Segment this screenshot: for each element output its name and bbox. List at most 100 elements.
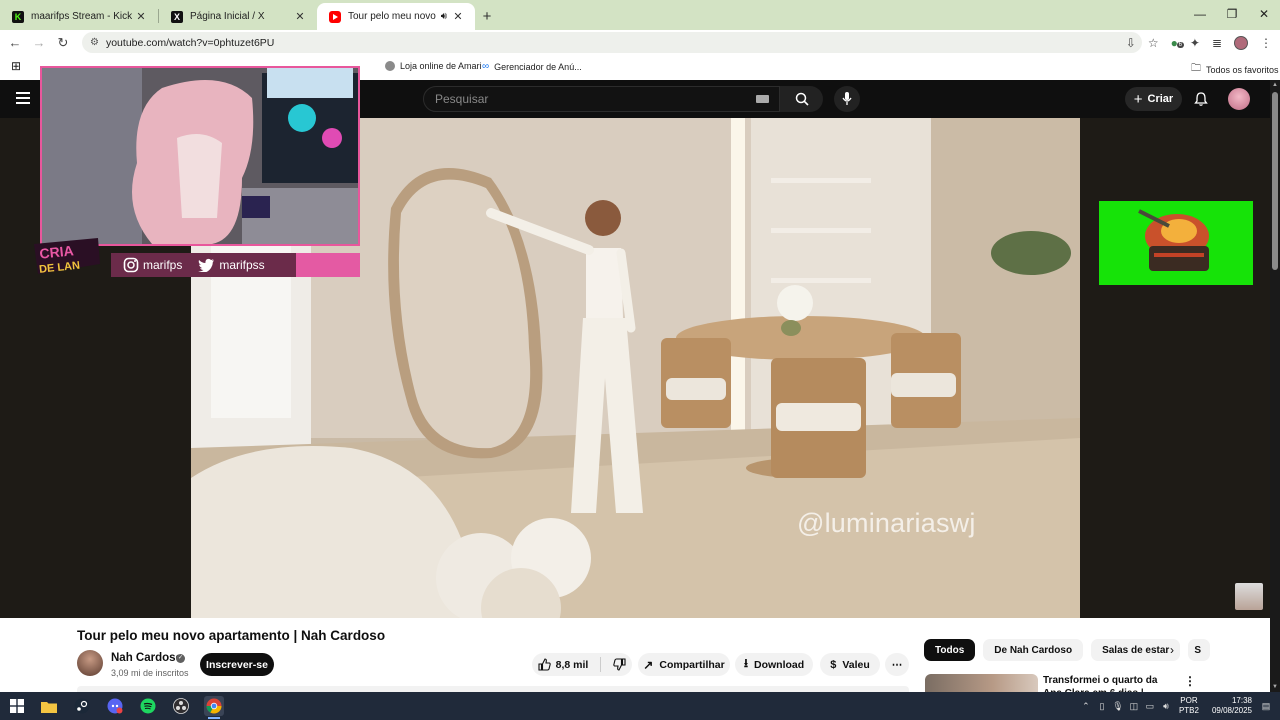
chroma-key-alert-box — [1099, 201, 1253, 285]
scroll-up-arrow-icon[interactable]: ▲ — [1270, 82, 1280, 88]
url-text: youtube.com/watch?v=0phtuzet6PU — [105, 36, 275, 49]
chip-de-nah-cardoso[interactable]: De Nah Cardoso — [983, 639, 1084, 661]
display-icon[interactable]: ▭ — [1142, 701, 1158, 712]
instagram-icon — [123, 257, 139, 273]
window-controls: — ❐ ✕ — [1184, 0, 1280, 28]
close-tab-icon[interactable]: ✕ — [293, 10, 307, 23]
chevron-right-icon[interactable]: › — [1170, 643, 1174, 657]
share-label: Compartilhar — [659, 658, 725, 671]
media-control-icon[interactable]: ≣ — [1212, 36, 1222, 50]
install-app-icon[interactable]: ⇩ — [1126, 36, 1136, 50]
apps-grid-icon[interactable]: ⊞ — [11, 59, 21, 73]
back-button[interactable]: ← — [3, 35, 27, 50]
thumbs-down-icon[interactable] — [613, 658, 626, 671]
download-button[interactable]: ⭳ Download — [735, 653, 813, 676]
like-divider — [600, 657, 602, 672]
chevron-up-icon[interactable]: ⌃ — [1078, 701, 1094, 712]
page-scrollbar[interactable]: ▲ ▼ — [1270, 80, 1280, 692]
share-button[interactable]: ↗ Compartilhar — [638, 653, 730, 676]
input-language[interactable]: POR PTB2 — [1179, 696, 1199, 716]
like-button[interactable]: 8,8 mil — [538, 658, 588, 671]
bookmark-label: Loja online de Amari — [400, 61, 482, 71]
twitter-bird-icon — [198, 258, 215, 272]
bookmark-star-icon[interactable]: ☆ — [1148, 36, 1159, 50]
notifications-bell-icon[interactable] — [1193, 91, 1209, 107]
channel-avatar[interactable] — [77, 650, 103, 676]
bookmark-loja-online[interactable]: Loja online de Amari — [385, 61, 482, 71]
recommended-video-title[interactable]: Transformei o quarto da Ana Clara em 6 d… — [1043, 674, 1177, 692]
voice-search-button[interactable] — [834, 86, 860, 112]
stream-socials-banner: marifps marifpss — [111, 253, 360, 277]
tab-youtube-video[interactable]: Tour pelo meu novo apartar 🔊︎ ✕ — [317, 3, 475, 30]
x-icon: X — [171, 10, 183, 23]
minimize-button[interactable]: — — [1184, 0, 1216, 28]
tab-kick-dashboard[interactable]: K maarifps Stream - Kick Dashbo ✕ — [0, 3, 158, 30]
file-explorer-icon[interactable] — [39, 696, 59, 716]
chip-todos[interactable]: Todos — [924, 639, 976, 661]
forward-button[interactable]: → — [27, 35, 51, 50]
bookmark-gerenciador-anuncios[interactable]: ∞ Gerenciador de Anú... — [482, 61, 582, 72]
chrome-menu-icon[interactable]: ⋮ — [1260, 36, 1272, 50]
new-tab-button[interactable]: + — [475, 3, 499, 30]
restore-button[interactable]: ❐ — [1216, 0, 1248, 28]
keyboard-layout: PTB2 — [1178, 706, 1199, 715]
account-avatar[interactable] — [1228, 88, 1250, 110]
plus-icon: + — [1133, 90, 1143, 108]
spotify-icon[interactable] — [138, 696, 158, 716]
chip-truncated[interactable]: S — [1188, 639, 1211, 661]
clock[interactable]: 17:38 09/08/2025 — [1212, 696, 1252, 716]
create-label: Criar — [1147, 93, 1174, 105]
kick-icon: K — [12, 10, 24, 23]
extensions-icon[interactable]: ✦ — [1190, 36, 1200, 50]
close-tab-icon[interactable]: ✕ — [451, 10, 465, 23]
subscribe-button[interactable]: Inscrever-se — [200, 653, 274, 676]
discord-icon[interactable] — [105, 696, 125, 716]
channel-name[interactable]: Nah Cardoso — [111, 652, 183, 664]
site-info-icon[interactable]: ⚙︎ — [90, 37, 99, 48]
search-button[interactable] — [780, 86, 823, 112]
chip-salas-de-estar[interactable]: Salas de estar — [1091, 639, 1181, 661]
recommended-video-thumbnail[interactable] — [925, 674, 1038, 692]
close-tab-icon[interactable]: ✕ — [134, 10, 148, 23]
menu-hamburger-icon[interactable] — [16, 92, 30, 104]
more-actions-button[interactable]: ⋯ — [885, 653, 909, 676]
volume-icon[interactable]: 🔊︎ — [1158, 701, 1174, 712]
extension-badge-icon[interactable]: ● 6 — [1171, 36, 1184, 50]
scroll-down-arrow-icon[interactable]: ▼ — [1270, 684, 1280, 690]
youtube-icon — [329, 10, 341, 23]
keyboard-icon[interactable] — [756, 95, 769, 103]
microphone-tray-icon[interactable]: 🎙︎ — [1110, 701, 1126, 712]
audio-playing-icon[interactable]: 🔊︎ — [441, 11, 447, 22]
network-icon[interactable]: ◫ — [1126, 701, 1142, 712]
extension-badge-count: 6 — [1176, 41, 1184, 48]
screen: K maarifps Stream - Kick Dashbo ✕ X Pági… — [0, 0, 1280, 720]
recommended-more-icon[interactable]: ⋮ — [1184, 674, 1196, 688]
bookmark-favicon-icon — [385, 61, 395, 71]
thanks-button[interactable]: $ Valeu — [820, 653, 880, 676]
instagram-handle-text: marifps — [143, 258, 183, 272]
clock-time: 17:38 — [1231, 696, 1252, 705]
cria-de-lan-logo: CRIA DE LAN — [34, 238, 100, 276]
close-window-button[interactable]: ✕ — [1248, 0, 1280, 28]
obs-studio-icon[interactable] — [171, 696, 191, 716]
windows-taskbar: ⌃ ▯ 🎙︎ ◫ ▭ 🔊︎ POR PTB2 17:38 09/08/2025 … — [0, 692, 1280, 720]
create-button[interactable]: + Criar — [1125, 87, 1182, 111]
steam-icon[interactable] — [72, 696, 92, 716]
scrollbar-thumb[interactable] — [1272, 92, 1278, 270]
tab-title: Página Inicial / X — [190, 11, 265, 22]
profile-avatar[interactable] — [1234, 35, 1248, 50]
super-thanks-icon: $ — [830, 658, 837, 671]
browser-toolbar: ← → ↻ ⚙︎ youtube.com/watch?v=0phtuzet6PU… — [0, 30, 1280, 55]
miniplayer-thumbnail[interactable] — [1235, 583, 1263, 610]
windows-start-icon[interactable] — [7, 696, 27, 716]
device-icon[interactable]: ▯ — [1094, 701, 1110, 712]
notifications-center-icon[interactable]: ▤ — [1258, 701, 1274, 712]
twitter-handle: marifpss — [198, 258, 265, 272]
tab-x-home[interactable]: X Página Inicial / X ✕ — [159, 3, 317, 30]
search-input[interactable]: Pesquisar — [423, 86, 780, 112]
chrome-taskbar-icon[interactable] — [204, 696, 224, 719]
address-bar[interactable]: ⚙︎ youtube.com/watch?v=0phtuzet6PU — [82, 32, 1142, 53]
meta-icon: ∞ — [482, 61, 490, 72]
reload-button[interactable]: ↻ — [51, 35, 75, 51]
all-bookmarks-folder[interactable]: 🗀︎ Todos os favoritos — [1191, 61, 1279, 78]
